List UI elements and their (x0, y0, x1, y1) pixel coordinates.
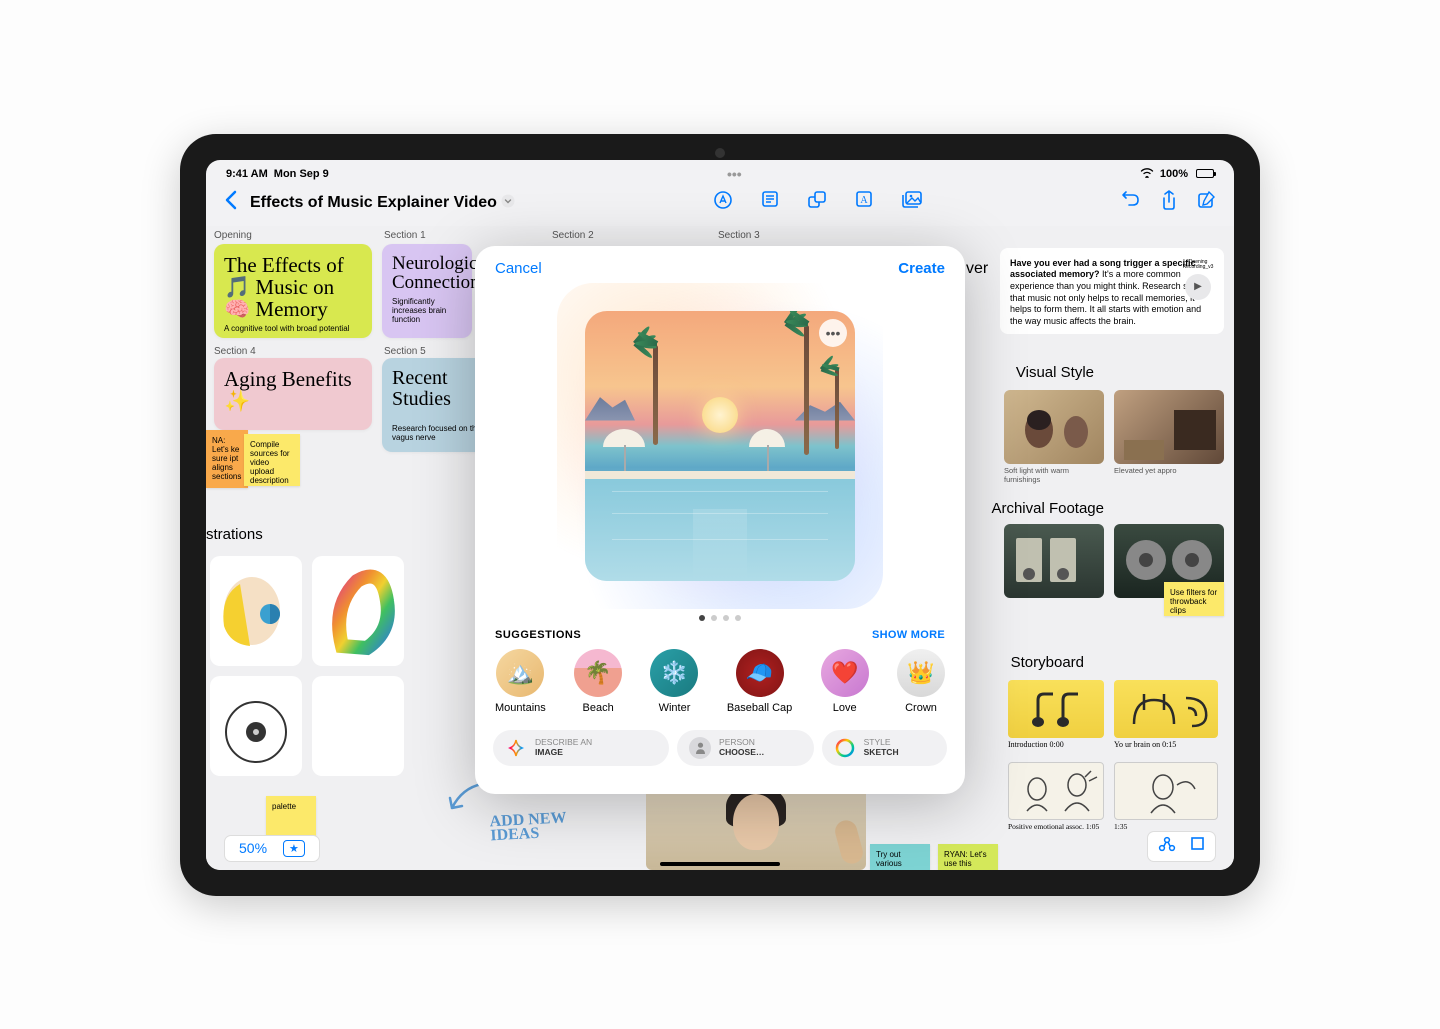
sparkle-icon (505, 737, 527, 759)
thumb-visual-style[interactable] (1114, 390, 1224, 464)
app-toolbar: Effects of Music Explainer Video A (206, 182, 1234, 224)
style-ring-icon (834, 737, 856, 759)
show-more-button[interactable]: SHOW MORE (872, 629, 945, 641)
sticky-note[interactable]: Try out various (870, 844, 930, 870)
ipad-screen: 9:41 AM Mon Sep 9 ••• 100% Effects of Mu… (206, 160, 1234, 870)
section-label: Section 4 (214, 346, 256, 357)
status-bar: 9:41 AM Mon Sep 9 ••• 100% (206, 160, 1234, 182)
section-label: Opening (214, 230, 252, 241)
share-icon[interactable] (1161, 190, 1177, 215)
undo-icon[interactable] (1121, 190, 1141, 215)
person-icon (689, 737, 711, 759)
thumb-caption: Soft light with warm furnishings (1004, 466, 1098, 484)
zoom-value: 50% (239, 840, 267, 856)
suggestion-winter[interactable]: ❄️Winter (650, 649, 698, 714)
storyboard-caption: Positive emotional assoc. 1:05 (1008, 822, 1104, 831)
sticky-note[interactable]: NA: Let's ke sure ipt aligns sections (206, 430, 248, 488)
sticky-note[interactable]: palette (266, 796, 316, 836)
section-label: Section 2 (552, 230, 594, 241)
note-tool-icon[interactable] (761, 190, 779, 215)
card-title: The Effects of 🎵 Music on 🧠 Memory (224, 254, 362, 320)
sticky-note[interactable]: Compile sources for video upload descrip… (244, 434, 300, 486)
multitask-dots[interactable]: ••• (727, 166, 742, 182)
pen-tool-icon[interactable] (713, 190, 733, 215)
section-label: Section 3 (718, 230, 760, 241)
storyboard-frame[interactable] (1114, 762, 1218, 820)
card-title: Recent Studies (392, 368, 482, 410)
storyboard-frame[interactable] (1008, 680, 1104, 738)
storyboard-caption: Yo ur brain on 0:15 (1114, 740, 1218, 749)
storyboard-frame[interactable] (1114, 680, 1218, 738)
favorite-toggle[interactable]: ★ (283, 840, 305, 857)
illustration-thumb[interactable] (312, 676, 404, 776)
frame-icon[interactable] (1190, 836, 1205, 857)
illustration-thumb[interactable] (210, 676, 302, 776)
thumb-visual-style[interactable] (1004, 390, 1104, 464)
storyboard-caption: 1:35 (1114, 822, 1218, 831)
label-illustrations: strations (206, 526, 263, 543)
status-time: 9:41 AM (226, 168, 268, 180)
sticky-note[interactable]: Use filters for throwback clips (1164, 582, 1224, 616)
card-section1[interactable]: Neurological Connection Significantly in… (382, 244, 472, 338)
compose-icon[interactable] (1197, 190, 1216, 215)
battery-icon (1196, 169, 1214, 178)
choose-style-button[interactable]: STYLESKETCH (822, 730, 947, 766)
label-storyboard: Storyboard (1011, 654, 1084, 671)
image-tool-icon[interactable] (901, 190, 923, 215)
describe-image-button[interactable]: DESCRIBE ANIMAGE (493, 730, 669, 766)
shapes-tool-icon[interactable] (807, 190, 827, 215)
suggestions-row: 🏔️Mountains 🌴Beach ❄️Winter 🧢Baseball Ca… (475, 645, 965, 726)
create-button[interactable]: Create (898, 260, 945, 277)
ipad-frame: 9:41 AM Mon Sep 9 ••• 100% Effects of Mu… (180, 134, 1260, 896)
card-subtitle: A cognitive tool with broad potential (224, 324, 362, 333)
section-label: Section 5 (384, 346, 426, 357)
card-section4[interactable]: Aging Benefits ✨ (214, 358, 372, 430)
storyboard-frame[interactable] (1008, 762, 1104, 820)
storyboard-caption: Introduction 0:00 (1008, 740, 1104, 749)
card-subtitle: Significantly increases brain function (392, 297, 462, 324)
suggestion-love[interactable]: ❤️Love (821, 649, 869, 714)
generated-image-preview[interactable]: ••• (585, 311, 855, 581)
home-indicator[interactable] (660, 862, 780, 866)
mini-toolbar (1147, 831, 1216, 862)
label-visual-style: Visual Style (1016, 364, 1094, 381)
zoom-control[interactable]: 50% ★ (224, 835, 320, 862)
text-tool-icon[interactable]: A (855, 190, 873, 215)
label-ver: ver (966, 260, 988, 278)
camera-notch (715, 148, 725, 158)
illustration-thumb[interactable] (210, 556, 302, 666)
nodes-icon[interactable] (1158, 836, 1176, 857)
suggestion-mountains[interactable]: 🏔️Mountains (495, 649, 546, 714)
suggestions-label: SUGGESTIONS (495, 629, 581, 641)
sticky-note[interactable]: RYAN: Let's use this (938, 844, 998, 870)
choose-person-button[interactable]: PERSONCHOOSE… (677, 730, 814, 766)
text-block[interactable]: Have you ever had a song trigger a speci… (1000, 248, 1224, 334)
back-button[interactable] (224, 190, 238, 216)
illustration-thumb[interactable] (312, 556, 404, 666)
suggestion-baseball-cap[interactable]: 🧢Baseball Cap (727, 649, 792, 714)
cancel-button[interactable]: Cancel (495, 260, 542, 277)
play-button[interactable]: ▶ (1185, 274, 1211, 300)
card-opening[interactable]: The Effects of 🎵 Music on 🧠 Memory A cog… (214, 244, 372, 338)
card-subtitle: Research focused on the vagus nerve (392, 424, 482, 442)
svg-text:A: A (860, 195, 868, 206)
handwriting-text: ADD NEW IDEAS (489, 810, 580, 843)
card-title: Neurological Connection (392, 254, 462, 294)
thumb-archival[interactable] (1004, 524, 1104, 598)
section-label: Section 1 (384, 230, 426, 241)
wifi-icon (1140, 167, 1154, 181)
recording-filename: Opening Recording_v3 (1180, 260, 1216, 270)
image-playground-modal: Cancel Create (475, 246, 965, 794)
card-title: Aging Benefits ✨ (224, 368, 362, 412)
chevron-down-icon (501, 194, 515, 211)
document-title[interactable]: Effects of Music Explainer Video (250, 194, 515, 212)
battery-percent: 100% (1160, 168, 1188, 180)
suggestion-beach[interactable]: 🌴Beach (574, 649, 622, 714)
more-options-button[interactable]: ••• (819, 319, 847, 347)
thumb-caption: Elevated yet appro (1114, 466, 1220, 475)
status-date: Mon Sep 9 (274, 168, 329, 180)
suggestion-crown[interactable]: 👑Crown (897, 649, 945, 714)
label-archival: Archival Footage (991, 500, 1104, 517)
